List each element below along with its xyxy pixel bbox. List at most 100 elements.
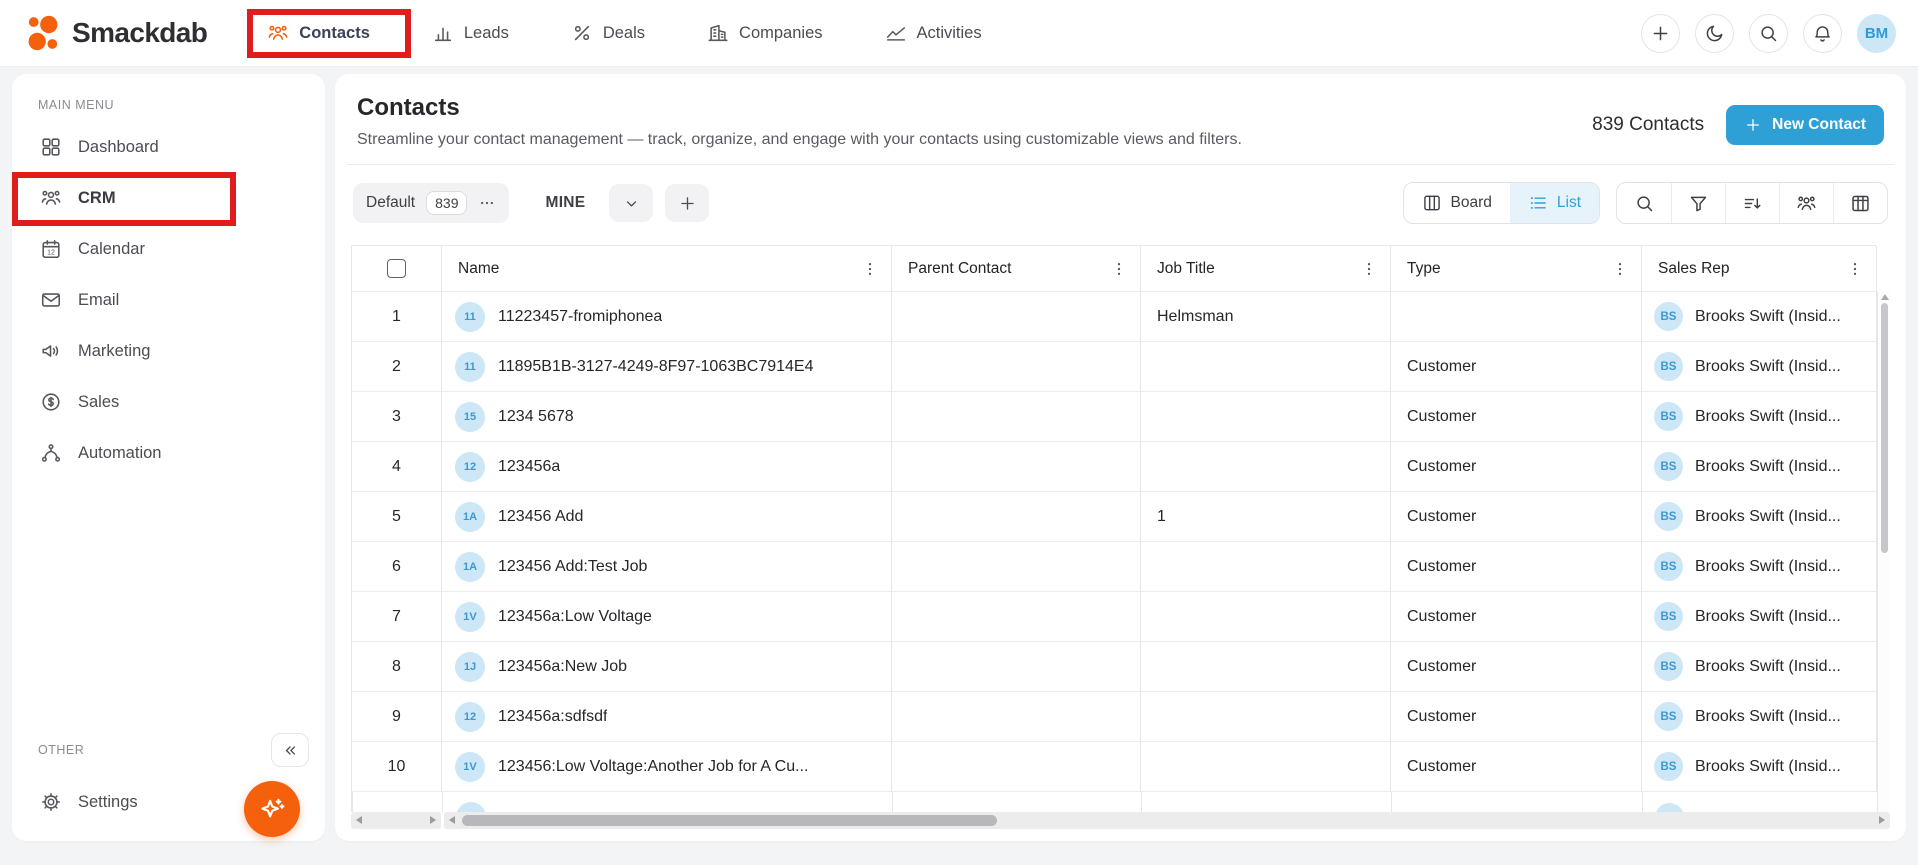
team-toolbar-button[interactable]	[1779, 183, 1833, 223]
contact-name-cell: 1A123456 Add:Test Job	[442, 542, 892, 592]
add-view-button[interactable]	[665, 184, 709, 222]
dark-mode-button[interactable]	[1695, 14, 1734, 53]
ai-assistant-fab[interactable]	[244, 781, 300, 837]
sort-toolbar-button[interactable]	[1725, 183, 1779, 223]
contact-name-link[interactable]: 123456a	[498, 458, 560, 476]
brand[interactable]: Smackdab	[24, 14, 207, 52]
sales-rep-name: Brooks Swift (Insid...	[1695, 558, 1841, 576]
search-toolbar-button[interactable]	[1617, 183, 1671, 223]
contact-name-link[interactable]: 11895B1B-3127-4249-8F97-1063BC7914E4	[498, 358, 814, 376]
horizontal-scrollbar-thumb[interactable]	[462, 815, 997, 826]
nav-tab-activities[interactable]: Activities	[885, 22, 982, 44]
contact-name-link[interactable]: 11223457-fromiphonea	[498, 308, 662, 326]
dots-vertical-icon[interactable]	[1110, 260, 1128, 278]
job-title-cell	[1142, 792, 1392, 812]
sort-icon	[1742, 193, 1763, 214]
sales-rep-avatar: BS	[1654, 602, 1683, 631]
dots-vertical-icon[interactable]	[1846, 260, 1864, 278]
calendar-icon: 12	[40, 238, 62, 260]
job-title-cell: 1	[1141, 492, 1391, 542]
job-title-cell	[1141, 392, 1391, 442]
vertical-scrollbar-thumb[interactable]	[1881, 303, 1888, 553]
contact-name-cell: 151234 5678	[442, 392, 892, 442]
sidebar-item-calendar[interactable]: 12Calendar	[28, 228, 309, 270]
columns-toolbar-button[interactable]	[1833, 183, 1887, 223]
parent-contact-cell	[892, 742, 1141, 792]
moon-icon	[1704, 23, 1725, 44]
row-number-cell: 3	[352, 392, 442, 442]
sidebar-collapse-button[interactable]	[271, 733, 309, 767]
scroll-up-arrow[interactable]	[1881, 294, 1889, 300]
parent-contact-cell	[893, 792, 1142, 812]
sidebar-item-email[interactable]: Email	[28, 279, 309, 321]
sidebar-item-dashboard[interactable]: Dashboard	[28, 126, 309, 168]
user-avatar[interactable]: BM	[1857, 14, 1896, 53]
contact-avatar-badge: 1A	[455, 502, 485, 532]
scroll-right-arrow[interactable]	[1879, 816, 1885, 824]
column-header-label: Sales Rep	[1658, 260, 1730, 278]
sales-rep-cell: BSBrooks Swift (Insid...	[1642, 492, 1877, 542]
view-tab-default[interactable]: Default 839	[353, 183, 509, 223]
contact-name-cell: 12123456a	[442, 442, 892, 492]
columns-scrollbar[interactable]	[444, 812, 1890, 829]
sales-rep-name: Brooks Swift (Insid...	[1695, 408, 1841, 426]
sidebar-item-marketing[interactable]: Marketing	[28, 330, 309, 372]
contact-name-link[interactable]: 1234 5678	[498, 408, 574, 426]
nav-tab-companies[interactable]: Companies	[707, 22, 822, 44]
sidebar-item-sales[interactable]: Sales	[28, 381, 309, 423]
filter-toolbar-button[interactable]	[1671, 183, 1725, 223]
contact-name-link[interactable]: 123456a:sdfsdf	[498, 708, 607, 726]
notifications-button[interactable]	[1803, 14, 1842, 53]
dots-vertical-icon[interactable]	[1360, 260, 1378, 278]
topbar: Smackdab Contacts Leads Deals Companies Acti…	[0, 0, 1918, 67]
row-number-cell: 1	[352, 292, 442, 342]
contact-name-link[interactable]: 123456 Add	[498, 508, 583, 526]
row-number-cell: 10	[352, 742, 442, 792]
bar-chart-icon	[432, 22, 454, 44]
contact-name-cell: 1111223457-fromiphonea	[442, 292, 892, 342]
nav-tab-leads[interactable]: Leads	[432, 22, 509, 44]
scroll-left-arrow[interactable]	[356, 816, 362, 824]
sales-rep-cell: BSBrooks Swift (Insid...	[1642, 292, 1877, 342]
new-contact-button[interactable]: New Contact	[1726, 105, 1884, 145]
contact-name-link[interactable]: 123456:Low Voltage:Another Job for A Cu.…	[498, 758, 808, 776]
view-menu-dots-icon[interactable]	[478, 194, 496, 212]
type-cell: Customer	[1391, 492, 1642, 542]
row-number-cell: 7	[352, 592, 442, 642]
nav-tab-contacts[interactable]: Contacts	[267, 22, 370, 44]
contact-avatar-badge: 1V	[455, 602, 485, 632]
views-expand-button[interactable]	[609, 184, 653, 222]
dots-vertical-icon[interactable]	[1611, 260, 1629, 278]
contact-name-link[interactable]: 123456a:Low Voltage	[498, 608, 652, 626]
parent-contact-cell	[892, 342, 1141, 392]
fixed-columns-scrollbar[interactable]	[351, 812, 441, 829]
sales-rep-cell: BSBrooks Swift (Insid...	[1642, 392, 1877, 442]
nav-tab-label: Contacts	[299, 24, 370, 43]
sales-rep-cell: BSBrooks Swift (Insid...	[1642, 692, 1877, 742]
contact-name-link[interactable]: 123456 Add:Test Job	[498, 558, 647, 576]
page-title: Contacts	[357, 94, 1242, 122]
sidebar-item-automation[interactable]: Automation	[28, 432, 309, 474]
vertical-scrollbar[interactable]	[1877, 291, 1890, 812]
contact-name-link[interactable]: 123456a:New Job	[498, 658, 627, 676]
board-view-button[interactable]: Board	[1404, 183, 1510, 223]
contact-name-cell	[443, 792, 893, 812]
global-search-button[interactable]	[1749, 14, 1788, 53]
scroll-right-arrow[interactable]	[430, 816, 436, 824]
nav-tab-deals[interactable]: Deals	[571, 22, 645, 44]
list-view-button[interactable]: List	[1510, 183, 1599, 223]
sidebar-item-label: Marketing	[78, 342, 150, 361]
table-row: 51A123456 Add1CustomerBSBrooks Swift (In…	[352, 492, 1876, 542]
sales-rep-avatar: BS	[1654, 302, 1683, 331]
contact-name-cell: 1V 123456a:Low Voltage	[442, 592, 892, 642]
scroll-left-arrow[interactable]	[449, 816, 455, 824]
select-all-checkbox[interactable]	[387, 259, 406, 278]
row-number-cell: 9	[352, 692, 442, 742]
sidebar-item-crm[interactable]: CRM	[28, 177, 309, 219]
job-title-cell	[1141, 692, 1391, 742]
contact-name-cell: 1V123456:Low Voltage:Another Job for A C…	[442, 742, 892, 792]
dots-vertical-icon[interactable]	[861, 260, 879, 278]
quick-add-button[interactable]	[1641, 14, 1680, 53]
svg-text:12: 12	[47, 249, 55, 256]
column-header-name: Name	[442, 246, 892, 292]
